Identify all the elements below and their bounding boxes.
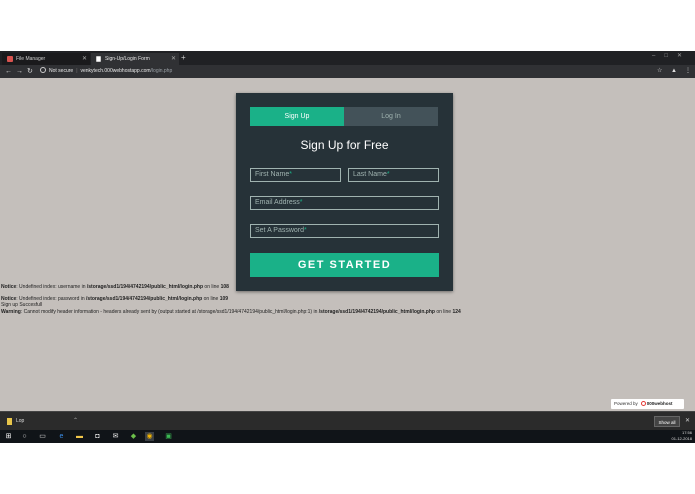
extension-icon[interactable]: ▲ bbox=[671, 66, 677, 77]
url-host: venkytech.000webhostapp.com bbox=[80, 68, 151, 74]
menu-icon[interactable]: ⋮ bbox=[685, 66, 691, 77]
app-green-icon[interactable]: ▣ bbox=[164, 432, 173, 441]
info-icon[interactable] bbox=[40, 67, 46, 73]
download-filename: Lop bbox=[16, 418, 25, 424]
back-arrow-icon[interactable]: ← bbox=[5, 66, 12, 77]
password-field[interactable]: Set A Password* bbox=[250, 224, 439, 238]
php-error-output: Notice: Undefined index: username in /st… bbox=[1, 284, 691, 315]
security-label: Not secure bbox=[49, 68, 74, 74]
file-manager-favicon-icon bbox=[7, 56, 13, 62]
browser-tab-strip: File Manager ✕ Sign-Up/Login Form ✕ + –□… bbox=[0, 51, 695, 65]
screenshot: File Manager ✕ Sign-Up/Login Form ✕ + –□… bbox=[0, 51, 695, 443]
forward-arrow-icon[interactable]: → bbox=[16, 66, 23, 77]
edge-browser-icon[interactable]: e bbox=[57, 432, 66, 441]
close-icon[interactable]: ✕ bbox=[685, 416, 690, 427]
webhost-logo-icon bbox=[640, 401, 646, 406]
chrome-icon[interactable]: ◉ bbox=[145, 432, 154, 441]
download-bar: Lop ⌃ Show all ✕ bbox=[0, 411, 695, 430]
warning-header: Warning: Cannot modify header informatio… bbox=[1, 308, 461, 315]
window-controls[interactable]: –□✕ bbox=[652, 52, 691, 59]
signup-form-panel: Sign Up Log In Sign Up for Free First Na… bbox=[236, 93, 453, 291]
tab-title: Sign-Up/Login Form bbox=[105, 56, 150, 62]
url-path: /login.php bbox=[150, 68, 173, 74]
tab-log-in[interactable]: Log In bbox=[344, 107, 438, 126]
browser-tab-signup-login[interactable]: Sign-Up/Login Form ✕ bbox=[91, 53, 179, 65]
page-viewport: Sign Up Log In Sign Up for Free First Na… bbox=[0, 78, 695, 411]
reload-icon[interactable]: ↻ bbox=[27, 66, 33, 77]
tab-sign-up[interactable]: Sign Up bbox=[250, 107, 344, 126]
search-icon[interactable]: ○ bbox=[20, 432, 29, 441]
url-field[interactable]: Not secure | venkytech.000webhostapp.com/l… bbox=[40, 66, 640, 77]
browser-tab-file-manager[interactable]: File Manager ✕ bbox=[2, 53, 90, 65]
close-tab-icon[interactable]: ✕ bbox=[82, 53, 87, 65]
chevron-up-icon[interactable]: ⌃ bbox=[73, 415, 78, 428]
powered-by-badge[interactable]: Powered by 000webhost bbox=[611, 399, 684, 409]
show-all-button[interactable]: Show all bbox=[654, 416, 680, 427]
page-favicon-icon bbox=[96, 56, 101, 62]
download-item[interactable]: Lop ⌃ bbox=[4, 415, 80, 428]
windows-start-icon[interactable]: ⊞ bbox=[4, 432, 13, 441]
app-icon[interactable]: ◆ bbox=[129, 432, 138, 441]
email-field[interactable]: Email Address* bbox=[250, 196, 439, 210]
close-tab-icon[interactable]: ✕ bbox=[171, 53, 176, 65]
address-bar: ← → ↻ Not secure | venkytech.000webhostapp… bbox=[0, 65, 695, 78]
last-name-field[interactable]: Last Name* bbox=[348, 168, 439, 182]
tab-title: File Manager bbox=[16, 56, 46, 62]
first-name-field[interactable]: First Name* bbox=[250, 168, 341, 182]
form-title: Sign Up for Free bbox=[300, 138, 389, 152]
taskbar-clock[interactable]: 17:56 01-12-2018 bbox=[672, 430, 692, 442]
store-icon[interactable]: ◘ bbox=[93, 432, 102, 441]
file-explorer-icon[interactable]: ▬ bbox=[75, 432, 84, 441]
task-view-icon[interactable]: ▭ bbox=[38, 432, 47, 441]
file-icon bbox=[7, 418, 12, 425]
new-tab-button[interactable]: + bbox=[181, 53, 186, 63]
windows-taskbar: ⊞ ○ ▭ e ▬ ◘ ✉ ◆ ◉ ▣ 17:56 01-12-2018 bbox=[0, 430, 695, 443]
bookmark-star-icon[interactable]: ☆ bbox=[657, 66, 662, 77]
get-started-button[interactable]: Get Started bbox=[250, 253, 439, 277]
mail-icon[interactable]: ✉ bbox=[111, 432, 120, 441]
